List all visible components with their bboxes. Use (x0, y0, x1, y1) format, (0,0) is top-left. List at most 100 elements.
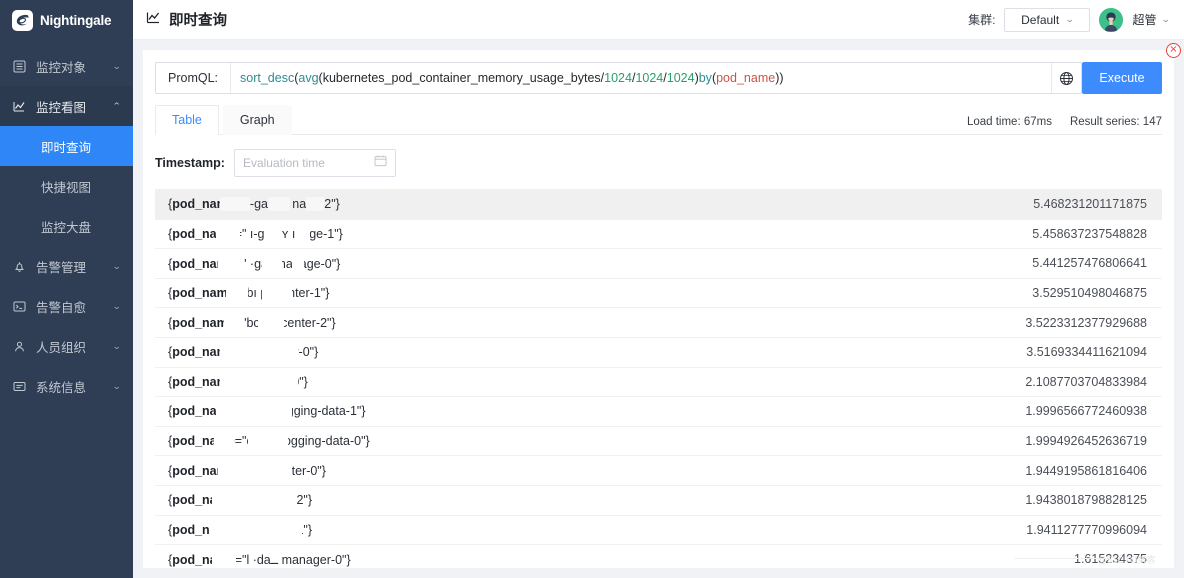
metric-value: 1.9449195861816406 (1025, 464, 1147, 478)
chevron-down-icon: ⌄ (113, 381, 122, 392)
page-title-text: 即时查询 (169, 9, 227, 30)
metric-label: {pod_name="ı ·center-1"} (168, 523, 1026, 537)
chevron-up-icon: ⌃ (113, 101, 122, 112)
metric-label: {pod_name="bı n-center-0"} (168, 464, 1025, 478)
redaction-patch (258, 316, 284, 330)
metric-value: 1.9996566772460938 (1025, 404, 1147, 418)
promql-token: )) (775, 71, 783, 85)
sidebar-subitem-dashboard[interactable]: 监控大盘 (0, 206, 133, 246)
execute-button[interactable]: Execute (1082, 62, 1162, 94)
table-row[interactable]: {pod_name=" ı-center-2"}1.94380187988281… (155, 486, 1162, 516)
sidebar-item-label: 告警管理 (36, 257, 113, 276)
metric-label: {pod_name="bı pr center-1"} (168, 286, 1032, 300)
tab-table[interactable]: Table (155, 105, 219, 135)
close-icon[interactable]: × (1166, 43, 1181, 58)
user-icon (12, 340, 27, 353)
metric-value: 5.441257476806641 (1032, 256, 1147, 270)
cluster-select-value: Default (1021, 13, 1059, 27)
timestamp-input[interactable]: Evaluation time (234, 149, 396, 177)
topbar: 即时查询 集群: Default ⌄ (133, 0, 1184, 40)
metric-value: 1.9994926452636719 (1025, 434, 1147, 448)
redaction-patch (264, 227, 282, 241)
promql-input[interactable]: sort_desc(avg(kubernetes_pod_container_m… (231, 63, 1051, 93)
redaction-patch (268, 197, 290, 211)
list-icon (12, 60, 27, 73)
app-root: Nightingale 监控对象 ⌄ 监控看图 ⌃ 即时查询 (0, 0, 1184, 578)
metric-value: 3.5169334411621094 (1026, 345, 1147, 359)
user-avatar-icon (1099, 8, 1123, 32)
sidebar-item-label: 人员组织 (36, 337, 113, 356)
cluster-label: 集群: (968, 11, 995, 28)
calendar-icon[interactable] (374, 154, 387, 172)
info-panel-icon (12, 380, 27, 393)
page-title: 即时查询 (146, 9, 227, 30)
tab-graph[interactable]: Graph (223, 105, 292, 135)
alarm-bell-icon (12, 260, 27, 273)
cluster-select[interactable]: Default ⌄ (1004, 8, 1090, 32)
redaction-patch (292, 256, 304, 271)
user-menu[interactable]: 超管 ⌄ (1132, 11, 1170, 28)
chart-line-icon (12, 100, 27, 113)
metric-value: 5.458637237548828 (1032, 227, 1147, 241)
sidebar-subitem-instant-query[interactable]: 即时查询 (0, 126, 133, 166)
table-row[interactable]: {pod_name="bd center-0"}3.51693344116210… (155, 338, 1162, 368)
terminal-icon (12, 300, 27, 313)
chart-line-icon (146, 10, 161, 29)
sidebar-item-label: 系统信息 (36, 377, 113, 396)
table-row[interactable]: {pod_name=" -ga ay- nage-2"}5.4682312011… (155, 190, 1162, 220)
result-series-count: Result series: 147 (1070, 116, 1162, 128)
redaction-patch (262, 286, 292, 300)
sidebar-item-alert-management[interactable]: 告警管理 ⌄ (0, 246, 133, 286)
tabs-row: Table Graph Load time: 67ms Result serie… (143, 94, 1174, 134)
table-row[interactable]: {pod_name="el ı ;h-logging-data-0"}1.999… (155, 427, 1162, 457)
table-row[interactable]: {pod_name="ı ·center-1"}1.94112777709960… (155, 516, 1162, 546)
promql-label: PromQL: (156, 63, 231, 93)
chevron-down-icon: ⌄ (1161, 14, 1171, 25)
chevron-down-icon: ⌄ (113, 301, 122, 312)
sidebar-item-monitoring-objects[interactable]: 监控对象 ⌄ (0, 46, 133, 86)
sidebar-item-alert-self-healing[interactable]: 告警自愈 ⌄ (0, 286, 133, 326)
metric-label: {pod_name="el ch-logging-data-1"} (168, 404, 1025, 418)
promql-token: 1024 (635, 71, 663, 85)
metric-value: 1.9438018798828125 (1025, 493, 1147, 507)
metric-value: 1.9411277770996094 (1026, 523, 1147, 537)
metric-value: 3.529510498046875 (1032, 286, 1147, 300)
table-row[interactable]: {pod_name=" ı-ga aʏ ınage-1"}5.458637237… (155, 220, 1162, 250)
sidebar-item-label: 监控对象 (36, 57, 113, 76)
sidebar-item-system-info[interactable]: 系统信息 ⌄ (0, 366, 133, 406)
sidebar-item-label: 监控看图 (36, 97, 113, 116)
metric-label: {pod_name=" -ga ay- nage-2"} (168, 197, 1033, 211)
topbar-right: 集群: Default ⌄ 超管 ⌄ (968, 8, 1170, 32)
chevron-down-icon: ⌄ (113, 261, 122, 272)
table-row[interactable]: {pod_name="bc ɔr -center-2"}3.5223312377… (155, 308, 1162, 338)
metric-label: {pod_name=" ·ga ⁚ nanage-0"} (168, 256, 1032, 271)
timestamp-label: Timestamp: (155, 156, 225, 170)
metric-label: {pod_name="l ·daــ manager-0"} (168, 552, 1074, 567)
metric-value: 5.468231201171875 (1033, 197, 1147, 211)
redaction-patch (296, 227, 310, 241)
avatar[interactable] (1099, 8, 1123, 32)
table-row[interactable]: {pod_name="bı n-center-0"}1.944919586181… (155, 456, 1162, 486)
metric-label: {pod_name=" ı-center-2"} (168, 493, 1025, 507)
brand-logo[interactable]: Nightingale (0, 0, 133, 40)
sidebar-item-monitoring-charts[interactable]: 监控看图 ⌃ (0, 86, 133, 126)
table-row[interactable]: {pod_name="pr ;-k8s-0"}2.108770370483398… (155, 368, 1162, 398)
sidebar-item-personnel-organization[interactable]: 人员组织 ⌄ (0, 326, 133, 366)
globe-icon[interactable] (1051, 63, 1081, 93)
timestamp-placeholder: Evaluation time (243, 156, 374, 170)
metric-label: {pod_name="pr ;-k8s-0"} (168, 375, 1025, 389)
sidebar-item-label: 告警自愈 (36, 297, 113, 316)
sidebar-subitem-label: 即时查询 (41, 137, 91, 156)
load-time: Load time: 67ms (967, 116, 1052, 128)
table-row[interactable]: {pod_name=" ·ga ⁚ nanage-0"}5.4412574768… (155, 249, 1162, 279)
user-name-text: 超管 (1132, 11, 1156, 28)
metric-label: {pod_name=" ı-ga aʏ ınage-1"} (168, 227, 1032, 241)
result-tabs: Table Graph (155, 104, 292, 134)
results-table[interactable]: {pod_name=" -ga ay- nage-2"}5.4682312011… (155, 189, 1162, 568)
sidebar-subitem-quick-view[interactable]: 快捷视图 (0, 166, 133, 206)
table-row[interactable]: {pod_name="el ch-logging-data-1"}1.99965… (155, 397, 1162, 427)
table-row[interactable]: {pod_name="bı pr center-1"}3.52951049804… (155, 279, 1162, 309)
table-row[interactable]: {pod_name="l ·daــ manager-0"}1.61523437… (155, 545, 1162, 568)
brand-name: Nightingale (40, 13, 111, 28)
chevron-down-icon: ⌄ (113, 341, 122, 352)
